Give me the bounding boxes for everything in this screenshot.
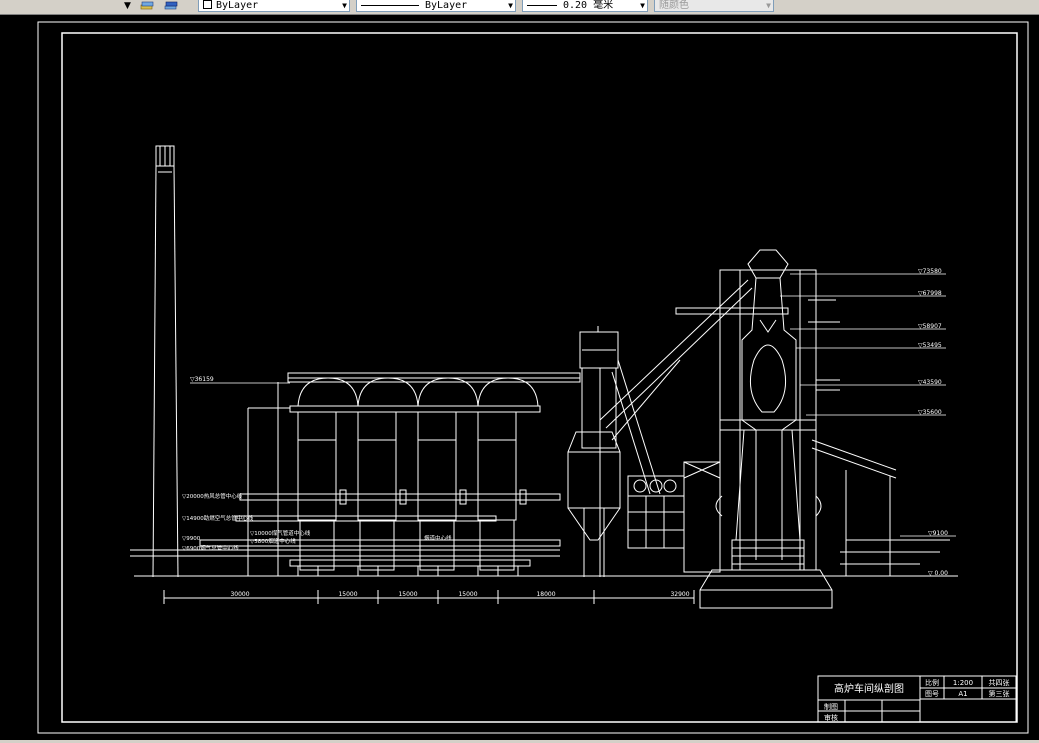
lineweight-control-dropdown[interactable]: 0.20 毫米 ▼	[522, 0, 648, 12]
elevation-label: ▽43590	[918, 379, 942, 386]
dropdown-arrow-icon[interactable]: ▼	[124, 0, 131, 12]
elevation-label: ▽53495	[918, 342, 942, 349]
chevron-down-icon: ▼	[766, 1, 771, 10]
chevron-down-icon: ▼	[640, 1, 645, 10]
layer-previous-icon[interactable]	[164, 0, 178, 11]
color-swatch-icon	[203, 0, 212, 9]
dimension-label: 15000	[338, 591, 357, 598]
dimension-label: 15000	[458, 591, 477, 598]
lineweight-preview	[527, 4, 557, 6]
plot-style-control-dropdown[interactable]: 随颜色 ▼	[654, 0, 774, 12]
dimension-label: 30000	[230, 591, 249, 598]
linetype-control-dropdown[interactable]: ByLayer ▼	[356, 0, 516, 12]
pipe-label: ▽14900助燃空气总管中心线	[182, 514, 254, 522]
chimney	[152, 145, 179, 578]
pipe-label: ▽9900	[182, 536, 201, 542]
chevron-down-icon: ▼	[342, 1, 347, 10]
elevation-label: ▽67998	[918, 290, 942, 297]
elevation-label: ▽73580	[918, 268, 942, 275]
dimension-label: 32900	[670, 591, 689, 598]
elevation-label: ▽58907	[918, 323, 942, 330]
pipe-label: ▽20000热风总管中心线	[182, 492, 243, 500]
dimension-label: 15000	[398, 591, 417, 598]
pipe-label: 烟道中心线	[424, 534, 452, 542]
total-sheets: 共四张	[989, 678, 1010, 687]
drawn-by-label: 制图	[824, 702, 838, 711]
scale-label: 比例	[925, 678, 939, 687]
pipe-label: ▽5800烟道中心线	[250, 537, 296, 545]
elevation-label: ▽ 0.00	[928, 570, 948, 577]
reviewed-by-label: 审核	[824, 713, 838, 722]
layer-states-icon[interactable]	[140, 0, 154, 11]
drawing-title: 高炉车间纵剖图	[834, 682, 904, 695]
drawing-canvas[interactable]: 30000 15000 15000 15000 18000 32900 ▽735…	[0, 15, 1039, 740]
sheet-number: 第三张	[989, 689, 1010, 698]
scale-value: 1:200	[953, 679, 973, 687]
color-control-dropdown[interactable]: ByLayer ▼	[198, 0, 350, 12]
chevron-down-icon: ▼	[508, 1, 513, 10]
blast-furnace	[627, 249, 950, 609]
sheet-value: A1	[958, 690, 967, 698]
sheet-label: 图号	[925, 690, 939, 698]
linetype-preview	[361, 4, 419, 6]
pipe-label: ▽6900烟气总管中心线	[182, 544, 239, 552]
dimension-label: 18000	[536, 591, 555, 598]
properties-toolbar: ▼ ByLayer ▼ ByLayer ▼ 0.20 毫米 ▼ 随颜色 ▼	[0, 0, 1039, 15]
elevation-label: ▽35600	[918, 409, 942, 416]
title-block	[817, 675, 1017, 723]
elevation-label: ▽36159	[190, 376, 214, 383]
pipe-label: ▽10000煤气管道中心线	[250, 529, 311, 537]
dust-catcher	[567, 279, 753, 577]
elevation-label: ▽9100	[928, 530, 948, 537]
